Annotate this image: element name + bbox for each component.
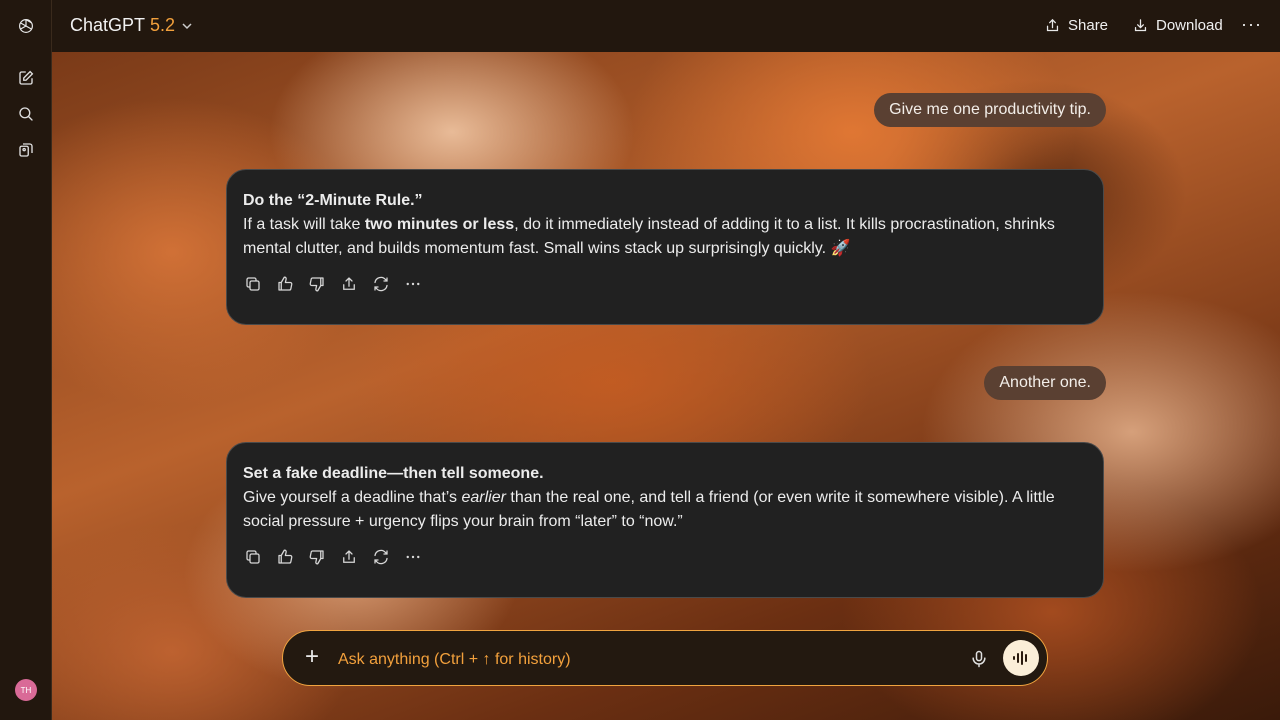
share-message-icon[interactable] (339, 547, 359, 567)
more-actions-icon[interactable] (403, 547, 423, 567)
message-body: Give yourself a deadline that’s earlier … (243, 489, 1055, 530)
model-version: 5.2 (150, 15, 176, 35)
new-chat-icon[interactable] (16, 68, 36, 88)
sidebar: TH (0, 0, 52, 720)
more-actions-icon[interactable] (403, 274, 423, 294)
thumbs-up-icon[interactable] (275, 274, 295, 294)
microphone-icon[interactable] (969, 649, 989, 669)
search-icon[interactable] (16, 104, 36, 124)
voice-waveform-icon (1013, 651, 1027, 665)
thumbs-up-icon[interactable] (275, 547, 295, 567)
composer: + (282, 630, 1048, 686)
user-message: Give me one productivity tip. (874, 93, 1106, 127)
message-body: If a task will take two minutes or less,… (243, 216, 1055, 257)
voice-mode-button[interactable] (1003, 640, 1039, 676)
message-actions (243, 547, 1087, 567)
share-message-icon[interactable] (339, 274, 359, 294)
copy-icon[interactable] (243, 274, 263, 294)
openai-logo-icon[interactable] (16, 16, 36, 36)
model-selector[interactable]: ChatGPT 5.2 (70, 15, 193, 36)
message-actions (243, 274, 1087, 294)
library-icon[interactable] (16, 140, 36, 160)
more-options-button[interactable]: ··· (1241, 14, 1262, 35)
regenerate-icon[interactable] (371, 274, 391, 294)
download-icon (1134, 19, 1147, 32)
assistant-message: Set a fake deadline—then tell someone. G… (226, 442, 1104, 598)
download-label: Download (1156, 17, 1223, 34)
user-message: Another one. (984, 366, 1106, 400)
model-name: ChatGPT (70, 15, 146, 35)
avatar[interactable]: TH (15, 679, 37, 701)
chevron-down-icon (182, 22, 192, 29)
thumbs-down-icon[interactable] (307, 274, 327, 294)
thumbs-down-icon[interactable] (307, 547, 327, 567)
download-button[interactable]: Download (1132, 17, 1223, 34)
prompt-input[interactable] (336, 645, 900, 675)
copy-icon[interactable] (243, 547, 263, 567)
share-label: Share (1068, 17, 1109, 34)
message-title: Do the “2-Minute Rule.” (243, 192, 423, 209)
share-button[interactable]: Share (1044, 17, 1108, 34)
message-title: Set a fake deadline—then tell someone. (243, 465, 544, 482)
top-bar: ChatGPT 5.2 Share Download ··· (52, 0, 1280, 52)
add-attachment-button[interactable]: + (301, 645, 323, 669)
share-icon (1046, 18, 1059, 32)
assistant-message: Do the “2-Minute Rule.” If a task will t… (226, 169, 1104, 325)
regenerate-icon[interactable] (371, 547, 391, 567)
